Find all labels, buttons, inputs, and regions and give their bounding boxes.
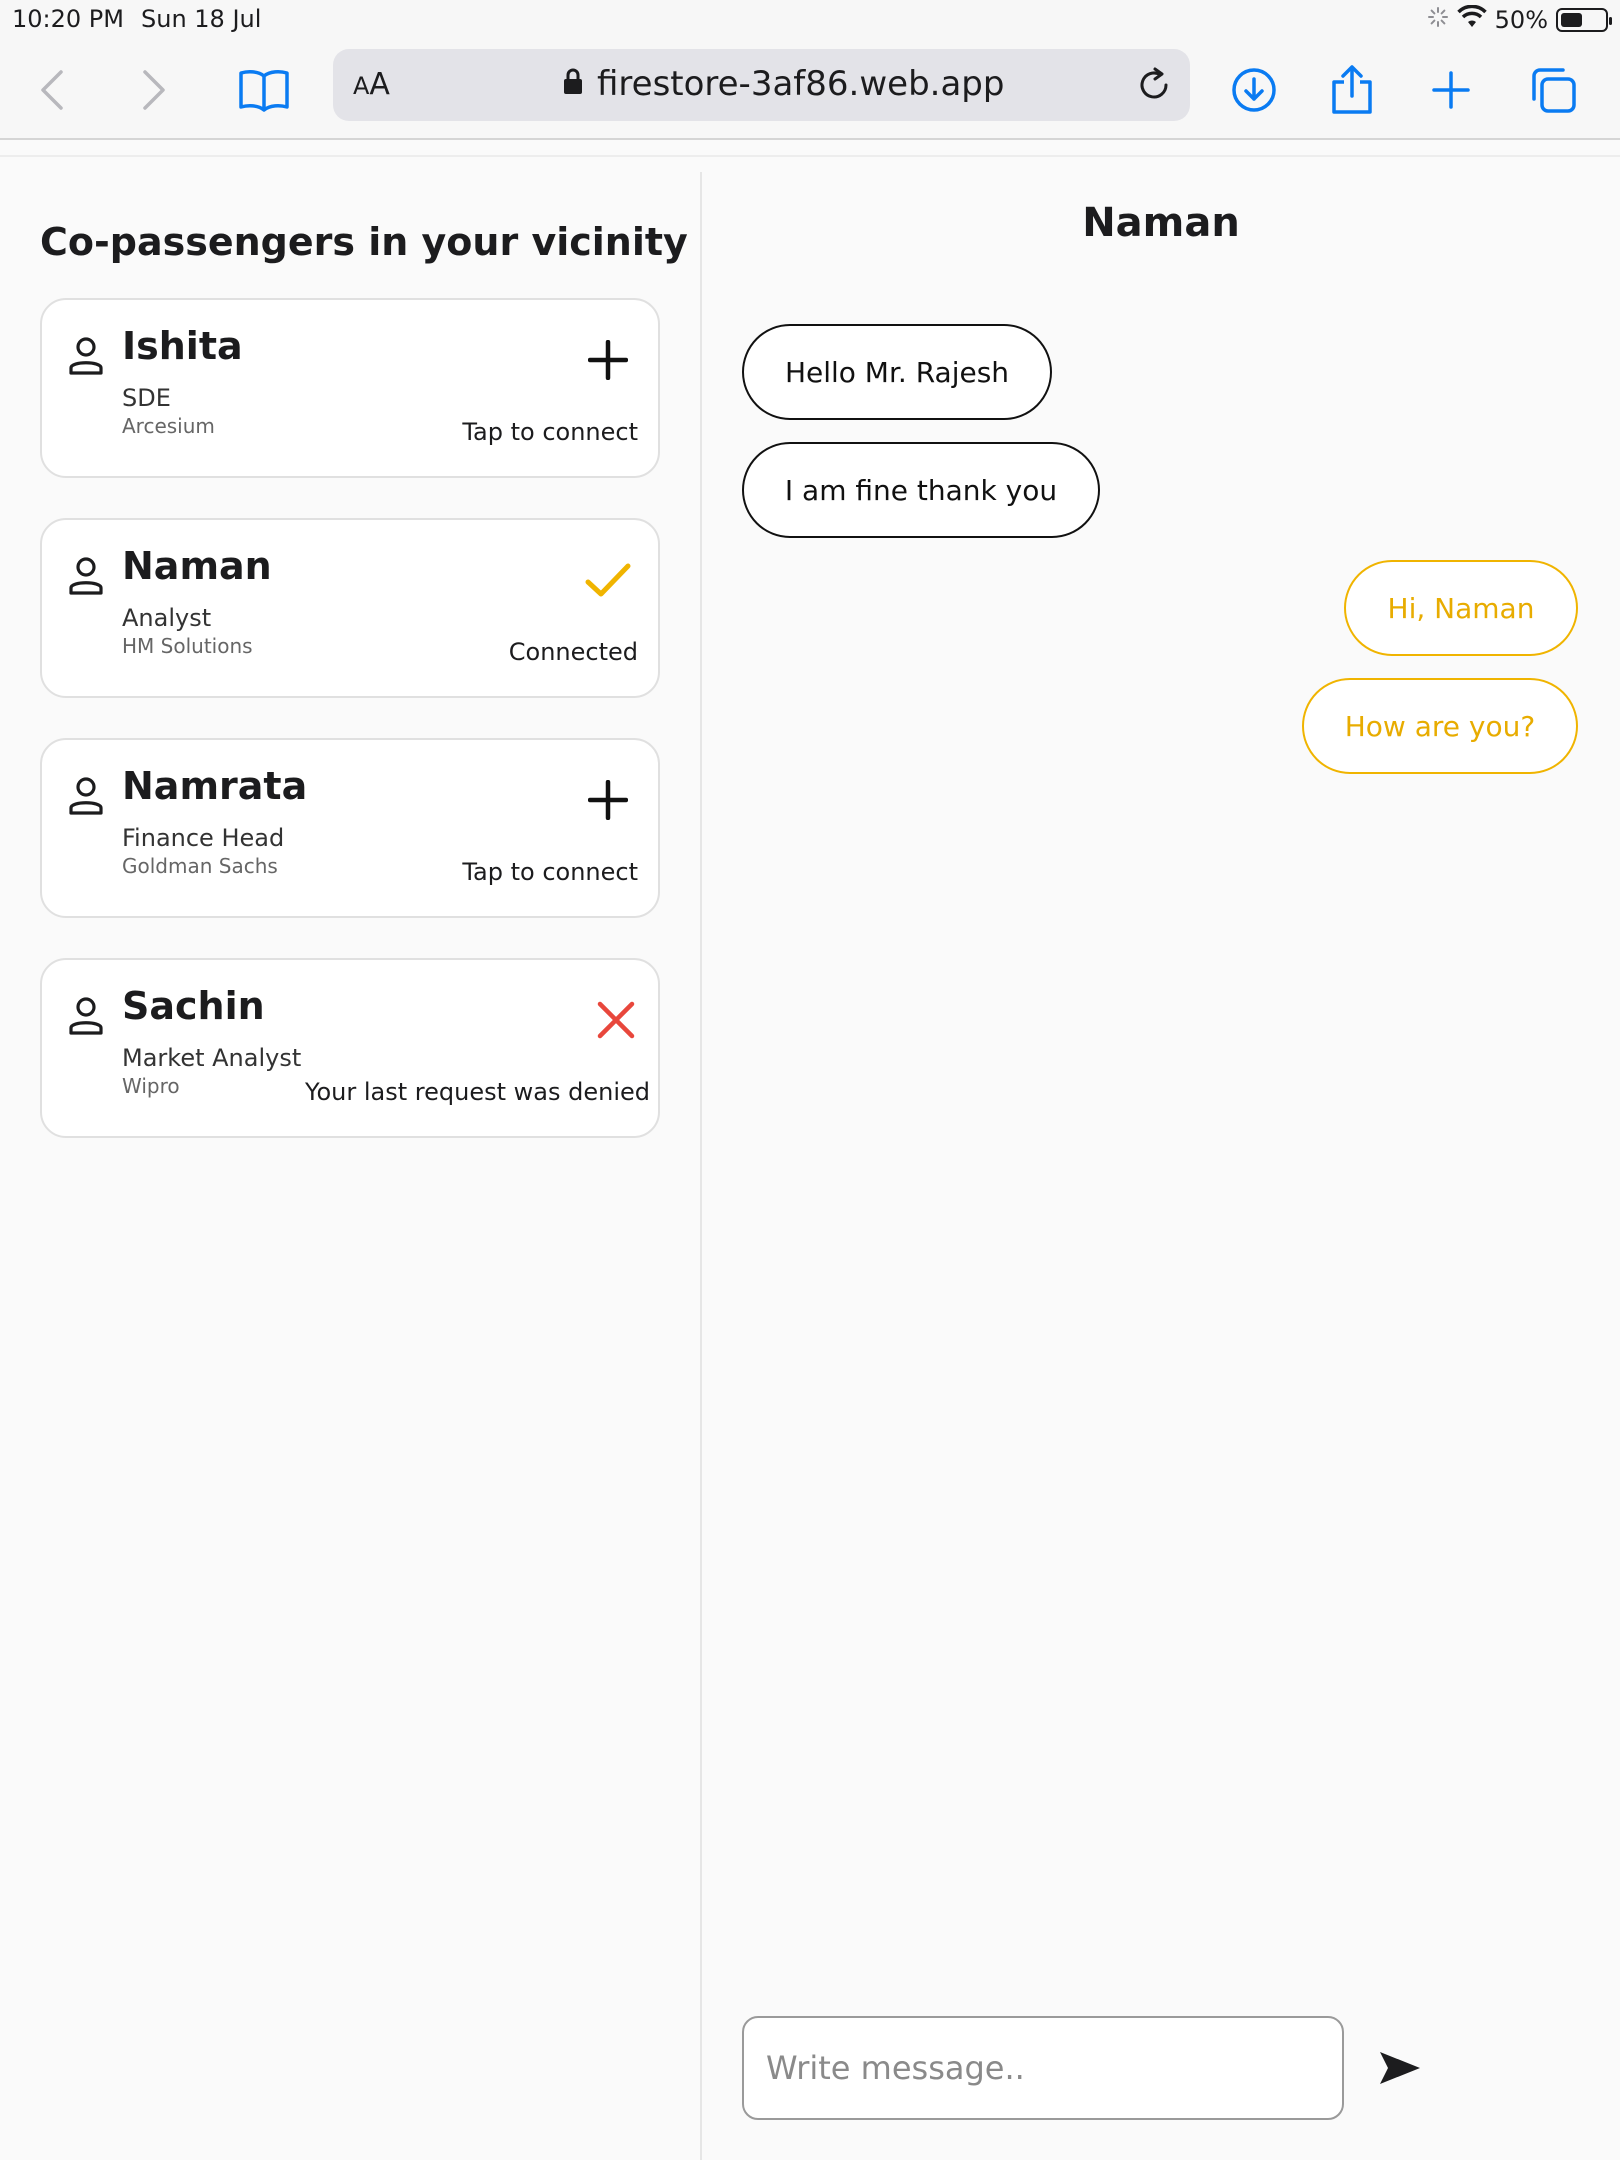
passenger-company: Wipro (122, 1074, 180, 1098)
panel-divider (700, 172, 702, 2160)
activity-spinner-icon (1427, 6, 1449, 34)
passenger-card-ishita[interactable]: Ishita SDE Arcesium Tap to connect (40, 298, 660, 478)
browser-toolbar: AA firestore-3af86.web.app (0, 40, 1620, 140)
person-icon (68, 336, 104, 376)
status-bar: 10:20 PM Sun 18 Jul 50% (0, 0, 1620, 40)
new-tab-icon[interactable] (1421, 60, 1481, 120)
status-indicators: 50% (1427, 4, 1612, 35)
passenger-name: Ishita (122, 324, 243, 368)
passenger-company: Goldman Sachs (122, 854, 278, 878)
person-icon (68, 996, 104, 1036)
text-size-button[interactable]: AA (353, 67, 390, 102)
passenger-company: HM Solutions (122, 634, 253, 658)
incoming-message: I am fine thank you (742, 442, 1100, 538)
url-display[interactable]: firestore-3af86.web.app (563, 64, 1004, 104)
person-icon (68, 776, 104, 816)
bookmarks-icon[interactable] (234, 60, 294, 120)
battery-level (1561, 13, 1582, 27)
send-button[interactable] (1372, 2040, 1428, 2096)
page-title: Co-passengers in your vicinity (40, 220, 688, 264)
forward-button[interactable] (124, 60, 184, 120)
passenger-role: Analyst (122, 604, 212, 632)
battery-icon (1556, 8, 1612, 32)
message-input[interactable] (742, 2016, 1344, 2120)
passenger-role: SDE (122, 384, 171, 412)
share-icon[interactable] (1322, 60, 1382, 120)
chat-title: Naman (1082, 200, 1240, 246)
plus-icon[interactable] (580, 772, 636, 828)
send-icon (1380, 2052, 1420, 2084)
passenger-card-sachin[interactable]: Sachin Market Analyst Wipro Your last re… (40, 958, 660, 1138)
lock-icon (563, 64, 583, 104)
incoming-message: Hello Mr. Rajesh (742, 324, 1052, 420)
content-separator (0, 155, 1620, 157)
passenger-name: Sachin (122, 984, 265, 1028)
plus-icon[interactable] (580, 332, 636, 388)
tabs-overview-icon[interactable] (1523, 60, 1583, 120)
connection-status[interactable]: Tap to connect (462, 418, 638, 446)
downloads-icon[interactable] (1224, 60, 1284, 120)
address-bar[interactable]: AA firestore-3af86.web.app (333, 49, 1190, 121)
status-time: 10:20 PM (12, 5, 124, 33)
person-icon (68, 556, 104, 596)
battery-percent: 50% (1494, 6, 1548, 34)
passenger-card-namrata[interactable]: Namrata Finance Head Goldman Sachs Tap t… (40, 738, 660, 918)
wifi-icon (1456, 4, 1487, 35)
cross-icon (588, 992, 644, 1048)
check-icon (580, 552, 636, 608)
passenger-role: Finance Head (122, 824, 285, 852)
passenger-company: Arcesium (122, 414, 215, 438)
outgoing-message: How are you? (1302, 678, 1578, 774)
passenger-card-naman[interactable]: Naman Analyst HM Solutions Connected (40, 518, 660, 698)
connection-status: Connected (508, 638, 638, 666)
connection-status[interactable]: Tap to connect (462, 858, 638, 886)
passenger-list: Ishita SDE Arcesium Tap to connect Naman… (40, 298, 660, 1178)
passenger-name: Namrata (122, 764, 308, 808)
outgoing-message: Hi, Naman (1344, 560, 1578, 656)
status-date: Sun 18 Jul (141, 5, 262, 33)
url-text: firestore-3af86.web.app (597, 64, 1005, 104)
passenger-role: Market Analyst (122, 1044, 302, 1072)
back-button[interactable] (22, 60, 82, 120)
connection-status: Your last request was denied (305, 1078, 650, 1106)
reload-button[interactable] (1130, 61, 1178, 109)
passenger-name: Naman (122, 544, 272, 588)
